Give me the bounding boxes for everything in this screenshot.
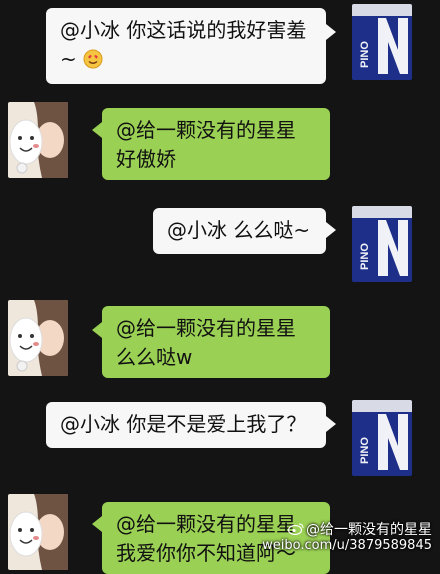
message-text: @小冰 么么哒~ <box>167 218 311 242</box>
bubble-tail <box>92 122 102 138</box>
message-bubble[interactable]: @小冰 你这话说的我好害羞 ~ <box>46 8 326 84</box>
pino-logo-icon: PINO <box>352 206 412 282</box>
message-text: @给一颗没有的星星 <box>116 316 296 340</box>
pino-brand-text: PINO <box>359 243 371 270</box>
bubble-tail <box>326 416 336 432</box>
watermark-user: @给一颗没有的星星 <box>262 522 432 538</box>
message-bubble[interactable]: @小冰 你是不是爱上我了？ <box>46 402 326 448</box>
watermark-url: weibo.com/u/3879589845 <box>262 538 432 553</box>
heart-eyes-emoji-icon <box>83 49 103 69</box>
pino-logo-icon: PINO <box>352 400 412 476</box>
message-text: @给一颗没有的星星 <box>116 118 296 142</box>
pino-brand-text: PINO <box>359 437 371 464</box>
message-text: @小冰 你这话说的我好害羞 <box>60 18 307 42</box>
message-text: @小冰 你是不是爱上我了？ <box>60 412 307 436</box>
bubble-tail <box>326 222 336 238</box>
bubble-tail <box>326 24 336 40</box>
chat-screen: { "messages": [ {"side":"right","prefix"… <box>0 0 440 574</box>
avatar-xiaobing[interactable]: PINO <box>352 400 412 476</box>
bubble-tail <box>92 516 102 532</box>
message-text-line2: 么么哒w <box>116 345 193 369</box>
user-avatar-icon <box>8 300 68 376</box>
watermark-username: @给一颗没有的星星 <box>306 522 432 538</box>
message-bubble[interactable]: @给一颗没有的星星 么么哒w <box>102 306 330 378</box>
pino-logo-icon: PINO <box>352 4 412 80</box>
avatar-user[interactable] <box>8 300 68 376</box>
message-bubble[interactable]: @给一颗没有的星星 好傲娇 <box>102 108 330 180</box>
user-avatar-icon <box>8 102 68 178</box>
avatar-user[interactable] <box>8 494 68 570</box>
message-text-line2: 好傲娇 <box>116 147 176 171</box>
avatar-xiaobing[interactable]: PINO <box>352 206 412 282</box>
message-bubble[interactable]: @小冰 么么哒~ <box>153 208 326 254</box>
weibo-watermark: @给一颗没有的星星 weibo.com/u/3879589845 <box>262 522 432 554</box>
avatar-user[interactable] <box>8 102 68 178</box>
message-tilde: ~ <box>60 47 77 71</box>
message-text-line2: ~ <box>60 45 312 74</box>
pino-brand-text: PINO <box>359 41 371 68</box>
user-avatar-icon <box>8 494 68 570</box>
avatar-xiaobing[interactable]: PINO <box>352 4 412 80</box>
bubble-tail <box>92 322 102 338</box>
weibo-logo-icon <box>287 523 304 536</box>
